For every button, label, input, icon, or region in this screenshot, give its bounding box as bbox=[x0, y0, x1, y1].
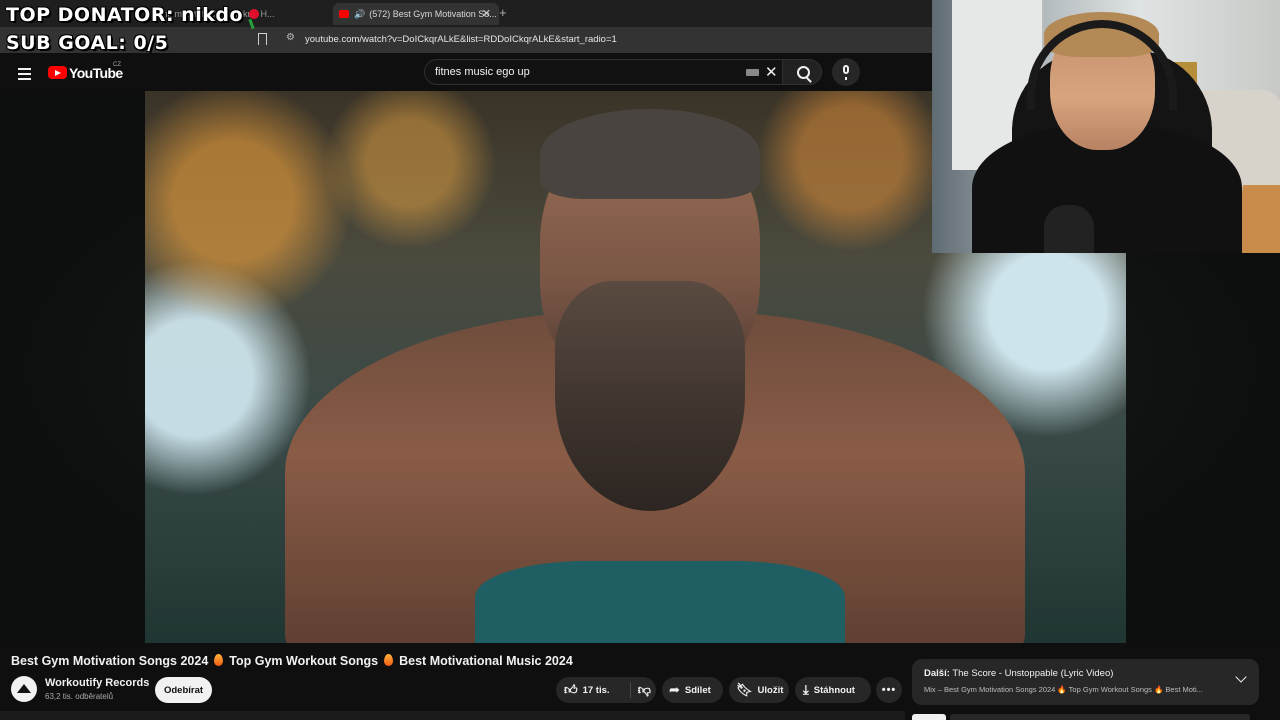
country-code: CZ bbox=[113, 62, 121, 68]
share-icon: ➦ bbox=[669, 682, 680, 697]
close-tab-icon[interactable]: ✕ bbox=[482, 7, 491, 20]
youtube-favicon-icon bbox=[339, 10, 349, 18]
next-up-title: Další: The Score - Unstoppable (Lyric Vi… bbox=[924, 668, 1113, 679]
next-up-video-title: The Score - Unstoppable (Lyric Video) bbox=[952, 668, 1114, 679]
title-part: Top Gym Workout Songs bbox=[229, 654, 379, 668]
fire-icon bbox=[214, 654, 224, 666]
download-label: Stáhnout bbox=[813, 684, 855, 696]
channel-subscribers: 63,2 tis. odběratelů bbox=[45, 692, 114, 701]
download-icon: ⤓ bbox=[803, 682, 809, 697]
top-donator-text: TOP DONATOR: nikdo bbox=[6, 4, 243, 26]
dislike-button[interactable]: 👎︎ bbox=[631, 682, 656, 698]
share-label: Sdílet bbox=[684, 684, 711, 696]
like-dislike-group: 👍︎ 17 tis. 👎︎ bbox=[556, 677, 656, 703]
channel-avatar[interactable] bbox=[11, 676, 37, 702]
next-up-card[interactable]: Další: The Score - Unstoppable (Lyric Vi… bbox=[912, 659, 1259, 705]
page-bottom-bar bbox=[0, 711, 905, 720]
search-input[interactable]: fitnes music ego up bbox=[435, 66, 530, 78]
search-icon bbox=[797, 66, 810, 79]
url-text[interactable]: youtube.com/watch?v=DoICkqrALkE&list=RDD… bbox=[305, 34, 617, 45]
bookmark-icon[interactable] bbox=[258, 33, 267, 45]
download-button[interactable]: ⤓ Stáhnout bbox=[795, 677, 871, 703]
like-button[interactable]: 👍︎ 17 tis. bbox=[556, 682, 631, 698]
save-label: Uložit bbox=[757, 684, 784, 696]
next-up-playlist: Mix – Best Gym Motivation Songs 2024 🔥 T… bbox=[924, 685, 1203, 694]
video-title: Best Gym Motivation Songs 2024 Top Gym Wo… bbox=[11, 653, 573, 668]
microphone-icon bbox=[843, 65, 849, 80]
speaker-icon[interactable]: 🔊 bbox=[354, 9, 365, 20]
thumbs-down-icon: 👎︎ bbox=[637, 682, 651, 697]
title-part: Best Gym Motivation Songs 2024 bbox=[11, 654, 209, 668]
title-part: Best Motivational Music 2024 bbox=[399, 654, 573, 668]
more-icon: ••• bbox=[881, 684, 897, 696]
keyboard-icon[interactable] bbox=[746, 69, 759, 76]
chip-bar-stub[interactable] bbox=[950, 714, 1250, 720]
tab-label: (572) Best Gym Motivation So... bbox=[369, 9, 497, 19]
sub-goal-overlay: SUB GOAL: 0/5 bbox=[6, 32, 168, 54]
share-button[interactable]: ➦ Sdílet bbox=[662, 677, 723, 703]
search-button[interactable] bbox=[782, 59, 822, 85]
fire-icon bbox=[384, 654, 394, 666]
site-info-icon[interactable]: ⚙ bbox=[286, 32, 295, 43]
thumbs-up-icon: 👍︎ bbox=[564, 682, 578, 697]
search-box[interactable]: fitnes music ego up ✕ bbox=[424, 59, 782, 85]
video-athlete-hair bbox=[540, 109, 760, 199]
clear-search-icon[interactable]: ✕ bbox=[765, 63, 778, 81]
save-button[interactable]: 🔖︎ Uložit bbox=[729, 677, 789, 703]
subscribe-button[interactable]: Odebírat bbox=[155, 677, 212, 703]
webcam-overlay bbox=[932, 0, 1280, 253]
rose-icon bbox=[249, 9, 259, 19]
browser-tab-active[interactable]: 🔊 (572) Best Gym Motivation So... ✕ bbox=[333, 3, 499, 25]
video-athlete-shorts bbox=[475, 561, 845, 643]
youtube-logo-icon[interactable] bbox=[48, 66, 67, 79]
top-donator-overlay: TOP DONATOR: nikdo bbox=[6, 4, 259, 26]
new-tab-button[interactable]: + bbox=[499, 5, 507, 20]
voice-search-button[interactable] bbox=[832, 58, 860, 86]
chip-stub[interactable] bbox=[912, 714, 946, 720]
video-athlete-beard bbox=[555, 281, 745, 511]
sub-goal-text: SUB GOAL: 0/5 bbox=[6, 32, 169, 54]
chevron-down-icon[interactable] bbox=[1235, 671, 1247, 683]
webcam-microphone bbox=[1044, 205, 1094, 253]
more-actions-button[interactable]: ••• bbox=[876, 677, 902, 703]
next-up-prefix: Další: bbox=[924, 668, 950, 679]
youtube-header: YouTube CZ fitnes music ego up ✕ bbox=[0, 53, 932, 91]
bookmark-save-icon: 🔖︎ bbox=[736, 682, 753, 697]
menu-icon[interactable] bbox=[18, 68, 31, 83]
like-count: 17 tis. bbox=[582, 684, 610, 696]
channel-name[interactable]: Workoutify Records bbox=[45, 677, 149, 689]
